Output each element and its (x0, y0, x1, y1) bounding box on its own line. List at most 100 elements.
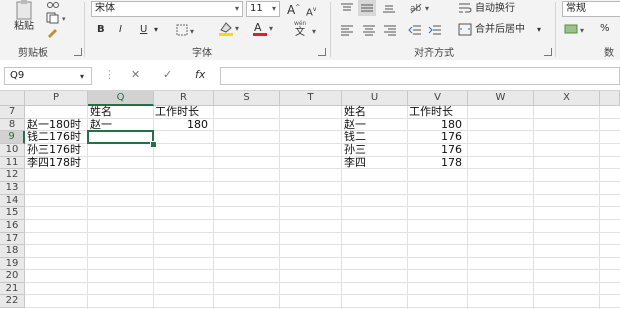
wrap-text-icon[interactable] (458, 1, 472, 15)
cell-u10[interactable]: 孙三 (344, 144, 366, 156)
cell-v10[interactable]: 176 (408, 144, 462, 156)
align-center-icon[interactable] (362, 24, 376, 36)
paste-button[interactable]: 粘贴 (14, 20, 34, 34)
cell-p11[interactable]: 李四178时 (27, 157, 81, 169)
cell-p9[interactable]: 钱二176时 (27, 131, 81, 143)
chevron-down-icon[interactable]: ▾ (154, 23, 158, 37)
cell-r8[interactable]: 180 (154, 119, 208, 131)
cut-icon[interactable] (46, 0, 60, 10)
clipboard-dialog-launcher[interactable] (74, 48, 82, 56)
italic-button[interactable]: I (119, 23, 122, 37)
align-top-icon[interactable] (340, 2, 354, 14)
number-format-select[interactable]: 常规 (562, 1, 620, 17)
merge-center-button[interactable]: 合并后居中 (475, 23, 525, 37)
cell-p10[interactable]: 孙三176时 (27, 144, 81, 156)
enter-icon[interactable]: ✓ (163, 68, 172, 81)
column-header-p[interactable]: P (25, 91, 88, 106)
number-format-value: 常规 (566, 3, 586, 14)
cell-v7[interactable]: 工作时长 (409, 106, 453, 118)
gridline (213, 106, 214, 309)
row-header-14[interactable]: 14 (0, 195, 25, 207)
row-header-8[interactable]: 8 (0, 119, 25, 131)
alignment-dialog-launcher[interactable] (544, 48, 552, 56)
copy-icon[interactable]: ▾ (46, 12, 70, 24)
column-header-r[interactable]: R (154, 91, 214, 106)
row-header-13[interactable]: 13 (0, 182, 25, 195)
phonetic-icon[interactable]: wén 文 ▾ (293, 19, 321, 38)
row-header-18[interactable]: 18 (0, 245, 25, 258)
svg-text:文: 文 (295, 25, 305, 37)
font-size-select[interactable]: 11 ▾ (246, 1, 280, 17)
cell-u11[interactable]: 李四 (344, 157, 366, 169)
column-header-u[interactable]: U (342, 91, 408, 106)
row-header-22[interactable]: 22 (0, 295, 25, 308)
underline-button[interactable]: U (140, 23, 147, 37)
formula-input[interactable] (220, 67, 620, 85)
wrap-text-button[interactable]: 自动换行 (475, 2, 515, 16)
cell-u7[interactable]: 姓名 (344, 106, 366, 118)
row-header-11[interactable]: 11 (0, 157, 25, 169)
spreadsheet-grid[interactable]: P Q R S T U V W X 7 8 9 10 11 12 13 14 1… (0, 91, 620, 309)
row-header-21[interactable]: 21 (0, 283, 25, 295)
merge-center-icon[interactable] (458, 23, 472, 36)
chevron-down-icon[interactable]: ▾ (80, 70, 84, 84)
increase-indent-icon[interactable] (428, 24, 442, 36)
format-painter-icon[interactable] (46, 26, 60, 38)
column-header-partial[interactable] (600, 91, 620, 106)
gridline (25, 269, 620, 270)
cancel-icon[interactable]: ✕ (131, 68, 140, 81)
row-header-17[interactable]: 17 (0, 233, 25, 245)
column-header-q[interactable]: Q (88, 91, 154, 106)
gridline (25, 294, 620, 295)
row-header-16[interactable]: 16 (0, 220, 25, 233)
cell-v9[interactable]: 176 (408, 131, 462, 143)
fill-handle[interactable] (150, 141, 157, 148)
svg-text:wén: wén (294, 20, 307, 27)
row-header-19[interactable]: 19 (0, 258, 25, 270)
bold-button[interactable]: B (97, 23, 105, 37)
gridline (279, 106, 280, 309)
cell-v11[interactable]: 178 (408, 157, 462, 169)
row-header-20[interactable]: 20 (0, 270, 25, 283)
row-header-9[interactable]: 9 (0, 131, 25, 144)
row-header-10[interactable]: 10 (0, 144, 25, 157)
font-name-select[interactable]: 宋体 ▾ (91, 1, 243, 17)
cell-q7[interactable]: 姓名 (90, 106, 112, 118)
accounting-format-icon[interactable]: ▾ (564, 22, 590, 36)
fill-color-icon[interactable]: ▾ (218, 20, 244, 36)
svg-text:▾: ▾ (580, 26, 584, 35)
font-group-label: 字体 (192, 48, 212, 59)
cell-r7[interactable]: 工作时长 (155, 106, 199, 118)
align-right-icon[interactable] (383, 24, 397, 36)
font-dialog-launcher[interactable] (318, 48, 326, 56)
orientation-icon[interactable]: ab▾ (409, 1, 433, 15)
column-header-x[interactable]: X (534, 91, 600, 106)
decrease-indent-icon[interactable] (408, 24, 422, 36)
paste-icon[interactable] (14, 0, 36, 20)
borders-icon[interactable]: ▾ (176, 24, 198, 36)
row-header-12[interactable]: 12 (0, 169, 25, 182)
percent-button[interactable]: % (600, 22, 610, 36)
column-header-t[interactable]: T (280, 91, 342, 106)
gridline (25, 282, 620, 283)
select-all-corner[interactable] (0, 91, 25, 106)
decrease-font-button[interactable]: Av (306, 3, 316, 20)
name-box[interactable]: Q9 (4, 67, 92, 85)
align-middle-icon[interactable] (358, 0, 376, 16)
font-color-icon[interactable]: A ▾ (252, 20, 278, 36)
separator (84, 2, 85, 57)
gridline (25, 168, 620, 169)
column-header-s[interactable]: S (214, 91, 280, 106)
increase-font-button[interactable]: A^ (287, 1, 300, 17)
active-cell-selection[interactable] (87, 130, 154, 144)
row-header-15[interactable]: 15 (0, 207, 25, 220)
insert-function-icon[interactable]: fx (195, 68, 205, 81)
row-header-7[interactable]: 7 (0, 106, 25, 119)
align-left-icon[interactable] (340, 24, 354, 36)
separator (555, 2, 556, 57)
align-bottom-icon[interactable] (382, 2, 396, 14)
cell-u9[interactable]: 钱二 (344, 131, 366, 143)
column-header-w[interactable]: W (468, 91, 534, 106)
chevron-down-icon[interactable]: ▾ (537, 23, 541, 37)
column-header-v[interactable]: V (408, 91, 468, 106)
